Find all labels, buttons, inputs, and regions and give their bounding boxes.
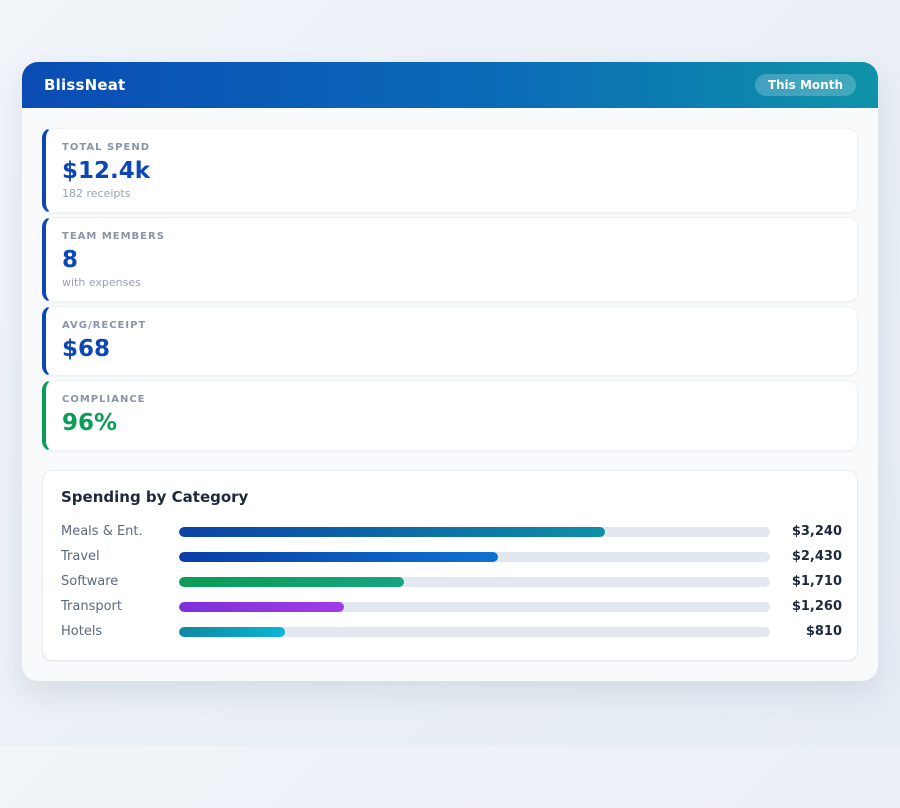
bar-fill-meals: [179, 527, 605, 537]
stat-value: $68: [62, 335, 841, 364]
period-badge[interactable]: This Month: [755, 74, 856, 96]
category-row-travel: Travel $2,430: [61, 544, 842, 569]
category-label: Transport: [61, 599, 179, 614]
spending-by-category-card: Spending by Category Meals & Ent. $3,240…: [42, 470, 858, 661]
stat-label: COMPLIANCE: [62, 394, 841, 405]
category-value: $2,430: [780, 549, 842, 564]
category-value: $810: [780, 624, 842, 639]
category-row-transport: Transport $1,260: [61, 594, 842, 619]
category-label: Hotels: [61, 624, 179, 639]
page: { "header": { "app_name": "BlissNeat", "…: [0, 62, 900, 808]
stat-card-compliance: COMPLIANCE 96%: [42, 380, 858, 451]
bar-fill-travel: [179, 552, 498, 562]
stat-card-total-spend: TOTAL SPEND $12.4k 182 receipts: [42, 128, 858, 213]
stat-label: TEAM MEMBERS: [62, 231, 841, 242]
stat-card-avg-receipt: AVG/RECEIPT $68: [42, 306, 858, 377]
category-label: Travel: [61, 549, 179, 564]
stat-sub: with expenses: [62, 276, 841, 289]
bar-fill-software: [179, 577, 404, 587]
section-title: Spending by Category: [61, 488, 842, 506]
category-label: Meals & Ent.: [61, 524, 179, 539]
category-value: $1,260: [780, 599, 842, 614]
stat-label: TOTAL SPEND: [62, 142, 841, 153]
category-row-software: Software $1,710: [61, 569, 842, 594]
category-label: Software: [61, 574, 179, 589]
stat-sub: 182 receipts: [62, 187, 841, 200]
stat-label: AVG/RECEIPT: [62, 320, 841, 331]
stat-value: $12.4k: [62, 157, 841, 186]
bar-track: [179, 627, 770, 637]
bar-track: [179, 527, 770, 537]
bar-fill-hotels: [179, 627, 285, 637]
bar-track: [179, 602, 770, 612]
category-value: $3,240: [780, 524, 842, 539]
stat-value: 96%: [62, 409, 841, 438]
stat-card-team-members: TEAM MEMBERS 8 with expenses: [42, 217, 858, 302]
stat-value: 8: [62, 246, 841, 275]
category-value: $1,710: [780, 574, 842, 589]
dashboard-content: TOTAL SPEND $12.4k 182 receipts TEAM MEM…: [22, 108, 878, 681]
bar-track: [179, 552, 770, 562]
app-panel: BlissNeat This Month TOTAL SPEND $12.4k …: [22, 62, 878, 681]
bar-fill-transport: [179, 602, 344, 612]
app-title: BlissNeat: [44, 76, 125, 94]
app-header: BlissNeat This Month: [22, 62, 878, 108]
category-row-hotels: Hotels $810: [61, 619, 842, 644]
category-row-meals: Meals & Ent. $3,240: [61, 519, 842, 544]
bar-track: [179, 577, 770, 587]
